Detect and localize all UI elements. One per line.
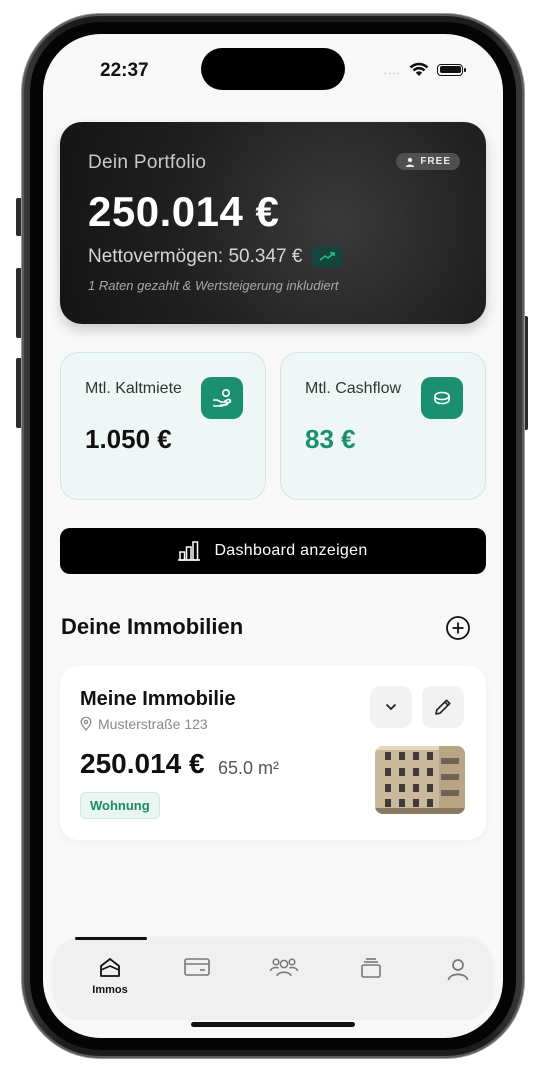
expand-button[interactable] <box>370 686 412 728</box>
property-photo[interactable] <box>375 746 465 814</box>
tab-bar: Immos <box>53 937 493 1020</box>
status-icons: .... <box>383 62 466 77</box>
dynamic-island <box>201 48 345 90</box>
user-icon <box>447 959 469 981</box>
portfolio-value: 250.014 € <box>88 188 280 235</box>
stack-icon <box>361 958 381 978</box>
net-worth: Nettovermögen: 50.347 € <box>88 246 303 267</box>
section-title: Deine Immobilien <box>61 614 244 639</box>
tab-immos[interactable]: Immos <box>80 956 140 996</box>
active-tab-indicator <box>75 937 147 940</box>
property-type-badge: Wohnung <box>80 792 160 819</box>
dashboard-button-label: Dashboard anzeigen <box>214 542 368 559</box>
net-worth-row: Nettovermögen: 50.347 € <box>88 246 458 268</box>
trend-up-icon <box>312 247 343 267</box>
pencil-icon <box>435 699 451 715</box>
stat-label: Mtl. Kaltmiete <box>85 380 182 397</box>
people-icon <box>269 958 299 977</box>
tab-finance[interactable] <box>167 956 227 978</box>
stat-value: 1.050 € <box>85 424 172 454</box>
signal-dots: .... <box>383 62 401 77</box>
home-icon <box>100 958 120 977</box>
portfolio-card[interactable]: Dein Portfolio FREE 250.014 € Nettovermö… <box>60 122 486 324</box>
stat-card-cashflow[interactable]: Mtl. Cashflow 83 € <box>280 352 486 500</box>
tab-tenants[interactable] <box>254 956 314 978</box>
status-time: 22:37 <box>100 60 149 81</box>
property-title: Meine Immobilie <box>80 688 236 710</box>
person-icon <box>406 157 415 167</box>
wifi-icon <box>409 62 429 76</box>
stat-value: 83 € <box>305 424 356 454</box>
home-indicator <box>191 1022 355 1027</box>
app-screen: 22:37 .... Dein Portfolio FREE 250.014 €… <box>43 34 503 1038</box>
bar-chart-icon <box>178 541 201 561</box>
coins-icon <box>421 377 463 419</box>
edit-button[interactable] <box>422 686 464 728</box>
plan-badge[interactable]: FREE <box>396 153 460 170</box>
property-price: 250.014 € <box>80 748 205 779</box>
dashboard-button[interactable]: Dashboard anzeigen <box>60 528 486 574</box>
stat-label: Mtl. Cashflow <box>305 380 402 397</box>
portfolio-note: 1 Raten gezahlt & Wertsteigerung inkludi… <box>88 278 339 293</box>
tab-label: Immos <box>92 984 128 996</box>
hand-money-icon <box>201 377 243 419</box>
property-address: Musterstraße 123 <box>98 716 208 732</box>
property-address-row: Musterstraße 123 <box>80 716 208 732</box>
card-icon <box>184 958 210 976</box>
chevron-down-icon <box>385 703 397 711</box>
tab-documents[interactable] <box>341 956 401 980</box>
tab-profile[interactable] <box>428 956 488 982</box>
property-area: 65.0 m² <box>218 758 280 778</box>
stat-card-kaltmiete[interactable]: Mtl. Kaltmiete 1.050 € <box>60 352 266 500</box>
add-property-icon[interactable] <box>445 615 471 641</box>
plan-badge-label: FREE <box>420 156 451 167</box>
location-pin-icon <box>80 717 92 731</box>
property-card[interactable]: Meine Immobilie Musterstraße 123 250.014… <box>60 666 486 840</box>
battery-icon <box>437 63 466 76</box>
